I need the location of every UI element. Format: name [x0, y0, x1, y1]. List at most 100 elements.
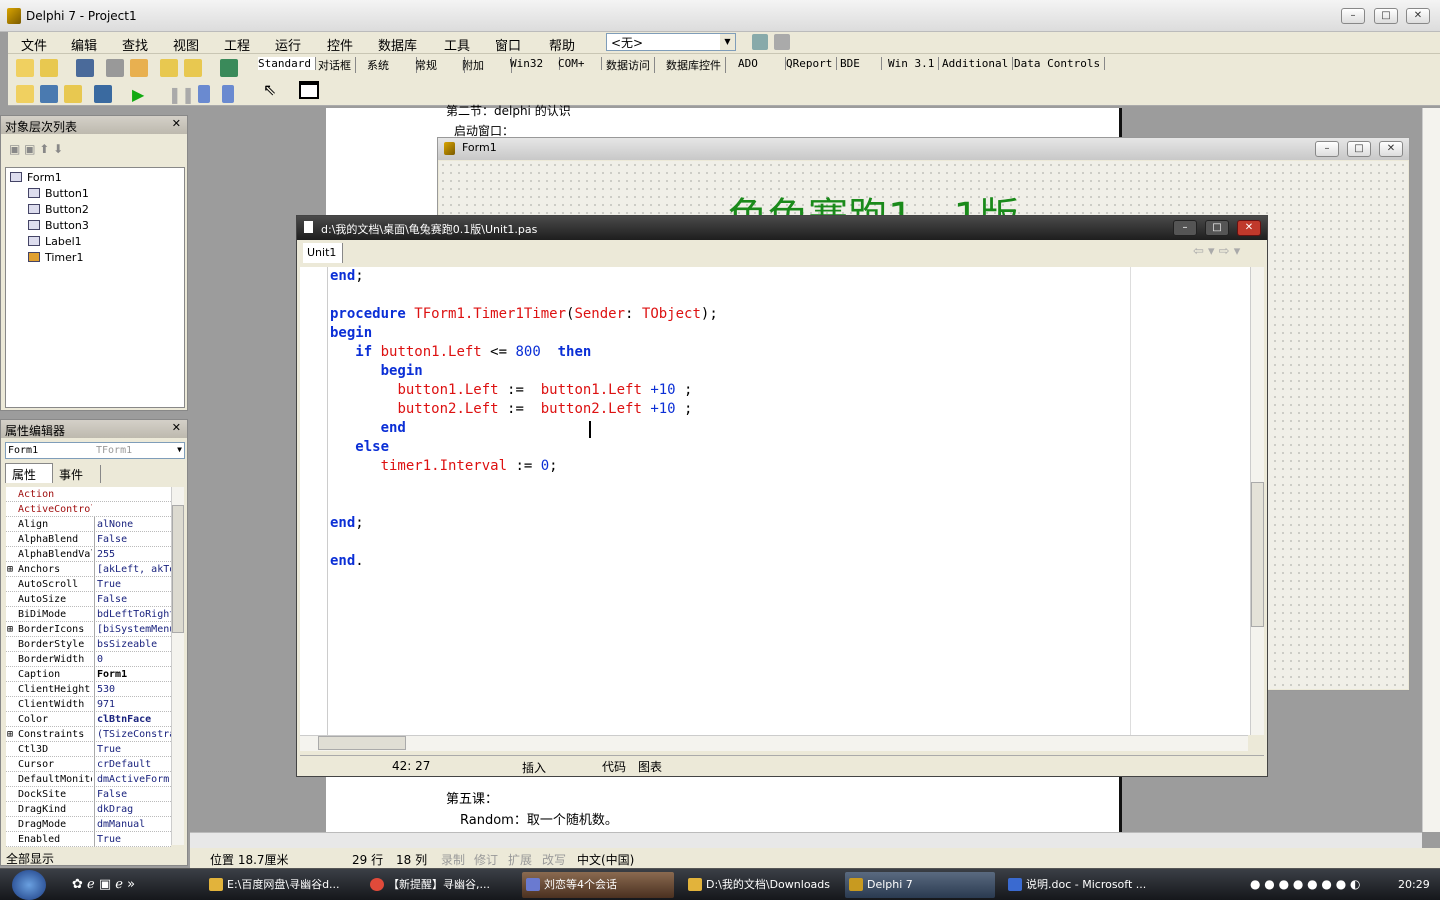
- label1[interactable]: 龟兔赛跑1．1版: [728, 190, 1019, 216]
- palette-tab-common[interactable]: 常规: [415, 57, 465, 73]
- expand-icon[interactable]: ⊞: [7, 727, 13, 742]
- task-chat[interactable]: 刘恋等4个会话: [522, 872, 674, 898]
- palette-tab-additional-cn[interactable]: 附加: [462, 57, 512, 73]
- treeview-toolbar-icons[interactable]: ▣ ▣ ⬆ ⬇: [9, 142, 63, 156]
- property-row[interactable]: BorderStyle bsSizeable: [6, 637, 171, 652]
- tree-item-form1[interactable]: Form1: [10, 171, 62, 184]
- palette-tab-data-controls-cn[interactable]: 数据库控件: [666, 57, 726, 73]
- palette-tab-com[interactable]: COM+: [558, 57, 602, 70]
- set-debug-desktop-icon[interactable]: [774, 34, 790, 50]
- property-row[interactable]: AutoSize False: [6, 592, 171, 607]
- editor-horizontal-scrollbar[interactable]: [300, 735, 1248, 751]
- new-icon[interactable]: [16, 59, 34, 77]
- property-row[interactable]: ⊞ Constraints (TSizeConstraints): [6, 727, 172, 742]
- property-value[interactable]: bsSizeable: [94, 637, 172, 652]
- form-maximize-button[interactable]: □: [1347, 141, 1371, 157]
- maximize-button[interactable]: □: [1374, 8, 1398, 24]
- tree-item-button2[interactable]: Button2: [28, 203, 89, 216]
- property-value[interactable]: True: [94, 832, 172, 847]
- property-row[interactable]: DefaultMonitordmActiveForm: [6, 772, 171, 787]
- toggle-form-unit-icon[interactable]: [64, 85, 82, 103]
- property-value[interactable]: False: [94, 532, 172, 547]
- editor-close-button[interactable]: ✕: [1237, 220, 1261, 236]
- palette-tab-win31[interactable]: Win 3.1: [888, 57, 940, 70]
- property-row[interactable]: DragKind dkDrag: [6, 802, 171, 817]
- palette-tab-standard[interactable]: Standard: [258, 57, 316, 70]
- word-horizontal-scrollbar[interactable]: [190, 832, 1422, 848]
- task-downloads-folder[interactable]: D:\我的文档\Downloads: [684, 872, 836, 898]
- add-file-icon[interactable]: [160, 59, 178, 77]
- property-value[interactable]: 255: [94, 547, 172, 562]
- property-value[interactable]: (TSizeConstraints): [94, 727, 172, 742]
- property-value[interactable]: dkDrag: [94, 802, 172, 817]
- property-value[interactable]: 530: [94, 682, 172, 697]
- tab-diagram[interactable]: 图表: [638, 758, 662, 775]
- property-row[interactable]: Ctl3D True: [6, 742, 171, 757]
- property-row[interactable]: AlphaBlend False: [6, 532, 171, 547]
- property-row[interactable]: BorderWidth 0: [6, 652, 171, 667]
- property-row[interactable]: ⊞ Anchors [akLeft, akTop]: [6, 562, 172, 577]
- system-tray-icons[interactable]: ● ● ● ● ● ● ● ◐: [1250, 877, 1360, 891]
- tree-item-button3[interactable]: Button3: [28, 219, 89, 232]
- object-selector[interactable]: Form1 TForm1 ▼: [5, 442, 185, 459]
- tree-item-label1[interactable]: Label1: [28, 235, 82, 248]
- property-value[interactable]: 971: [94, 697, 172, 712]
- property-row[interactable]: Caption Form1: [6, 667, 171, 682]
- run-icon[interactable]: ▶: [132, 85, 144, 104]
- palette-tab-data-access[interactable]: 数据访问: [606, 57, 655, 73]
- chevron-down-icon[interactable]: ▼: [720, 34, 735, 50]
- property-value[interactable]: clBtnFace: [94, 712, 172, 727]
- start-button[interactable]: [12, 870, 46, 900]
- property-row[interactable]: Align alNone: [6, 517, 171, 532]
- property-scrollbar[interactable]: [171, 487, 184, 845]
- property-row[interactable]: Action: [6, 487, 171, 502]
- palette-tab-system[interactable]: 系统: [367, 57, 417, 73]
- property-row[interactable]: ActiveControl: [6, 502, 171, 517]
- property-row[interactable]: Color clBtnFace: [6, 712, 171, 727]
- pause-icon[interactable]: ❚❚: [168, 85, 195, 104]
- frame-component-icon[interactable]: [299, 81, 319, 99]
- expand-icon[interactable]: ⊞: [7, 562, 13, 577]
- editor-vertical-scrollbar[interactable]: [1250, 267, 1264, 735]
- tab-properties[interactable]: 属性: [5, 463, 53, 483]
- status-record[interactable]: 录制: [441, 851, 465, 868]
- trace-into-icon[interactable]: [198, 85, 210, 103]
- menu-edit[interactable]: 编辑: [71, 35, 97, 54]
- save-desktop-icon[interactable]: [752, 34, 768, 50]
- editor-minimize-button[interactable]: –: [1173, 220, 1197, 236]
- property-row[interactable]: Enabled True: [6, 832, 171, 847]
- tab-unit1[interactable]: Unit1: [303, 243, 343, 263]
- save-all-icon[interactable]: [106, 59, 124, 77]
- property-value[interactable]: True: [94, 742, 172, 757]
- palette-tab-ado[interactable]: ADO: [738, 57, 786, 70]
- property-value[interactable]: dmManual: [94, 817, 172, 832]
- property-row[interactable]: ⊞ BorderIcons [biSystemMenu]: [6, 622, 172, 637]
- menu-help[interactable]: 帮助: [549, 35, 575, 54]
- property-value[interactable]: bdLeftToRight: [94, 607, 172, 622]
- status-overtype[interactable]: 改写: [542, 851, 566, 868]
- status-extend[interactable]: 扩展: [508, 851, 532, 868]
- menu-search[interactable]: 查找: [122, 35, 148, 54]
- property-value[interactable]: crDefault: [94, 757, 172, 772]
- property-value[interactable]: [akLeft, akTop]: [94, 562, 172, 577]
- new-form-icon[interactable]: [94, 85, 112, 103]
- close-icon[interactable]: ✕: [172, 421, 181, 434]
- save-icon[interactable]: [76, 59, 94, 77]
- task-word[interactable]: 说明.doc - Microsoft ...: [1004, 872, 1154, 898]
- close-icon[interactable]: ✕: [172, 117, 181, 130]
- menu-component[interactable]: 控件: [327, 35, 353, 54]
- tree-item-button1[interactable]: Button1: [28, 187, 89, 200]
- property-value[interactable]: [biSystemMenu]: [94, 622, 172, 637]
- desktop-combo[interactable]: <无> ▼: [606, 33, 736, 51]
- property-row[interactable]: ClientWidth 971: [6, 697, 171, 712]
- menu-run[interactable]: 运行: [275, 35, 301, 54]
- property-value[interactable]: alNone: [94, 517, 172, 532]
- palette-tab-qreport[interactable]: QReport: [786, 57, 838, 70]
- code-area[interactable]: end; procedure TForm1.Timer1Timer(Sender:…: [328, 267, 1250, 735]
- menu-database[interactable]: 数据库: [378, 35, 417, 54]
- property-row[interactable]: AlphaBlendValue255: [6, 547, 171, 562]
- expand-icon[interactable]: ⊞: [7, 622, 13, 637]
- tab-events[interactable]: 事件: [53, 465, 101, 483]
- task-delphi[interactable]: Delphi 7: [845, 872, 995, 898]
- property-row[interactable]: ClientHeight 530: [6, 682, 171, 697]
